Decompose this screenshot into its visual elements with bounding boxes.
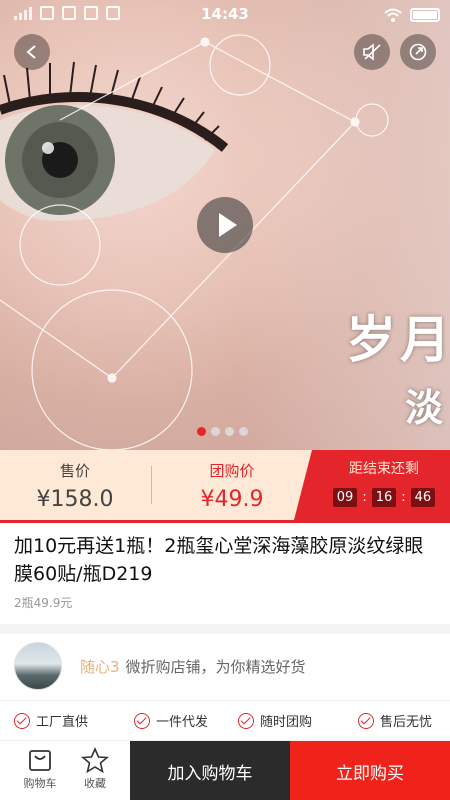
guarantee-label: 工厂直供	[36, 715, 89, 730]
status-time: 14:43	[201, 5, 249, 23]
favorite-tab-label: 收藏	[84, 777, 106, 790]
countdown-minutes: 16	[371, 488, 397, 507]
guarantee-item: 售后无忧	[358, 711, 432, 730]
star-icon	[81, 747, 109, 773]
product-video[interactable]: 岁月 淡	[0, 0, 450, 450]
accent-divider	[0, 520, 450, 523]
carousel-indicator	[197, 427, 248, 436]
countdown-separator: :	[401, 490, 406, 505]
bottom-action-bar: 购物车 收藏 加入购物车 立即购买	[0, 740, 450, 800]
hero-overlay-text: 岁月	[346, 311, 450, 369]
sale-price-block: 售价 ¥158.0	[0, 450, 150, 520]
countdown-hours: 09	[332, 488, 358, 507]
guarantee-label: 一件代发	[156, 715, 209, 730]
check-circle-icon	[358, 712, 374, 729]
shopping-bag-icon	[29, 750, 51, 771]
product-subnote: 2瓶49.9元	[14, 596, 73, 610]
shop-row[interactable]: 随心3 微折购店铺，为你精选好货	[0, 634, 450, 692]
cart-tab[interactable]: 购物车	[10, 747, 70, 791]
shop-tagline: 微折购店铺，为你精选好货	[125, 658, 306, 676]
guarantee-item: 一件代发	[134, 711, 208, 730]
carousel-dot[interactable]	[239, 427, 248, 436]
section-separator	[0, 624, 450, 634]
group-price-label: 团购价	[209, 462, 255, 480]
carousel-dot[interactable]	[225, 427, 234, 436]
countdown-panel: 距结束还剩 09 : 16 : 46	[294, 450, 450, 520]
carousel-dot[interactable]	[211, 427, 220, 436]
product-page: 岁月 淡 14:43 售价 ¥158.0 团购价 ¥49.9 距结束还剩 09 …	[0, 0, 450, 800]
check-circle-icon	[14, 712, 30, 729]
play-button[interactable]	[197, 197, 253, 253]
share-icon	[409, 43, 427, 61]
chevron-left-icon	[26, 45, 36, 59]
countdown-label: 距结束还剩	[349, 461, 419, 477]
guarantee-label: 随时团购	[260, 715, 313, 730]
sale-price-label: 售价	[59, 462, 90, 480]
guarantee-row: 工厂直供 一件代发 随时团购 售后无忧	[0, 700, 450, 740]
check-circle-icon	[134, 712, 150, 729]
product-title: 加10元再送1瓶！2瓶玺心堂深海藻胶原淡纹绿眼膜60贴/瓶D219	[14, 535, 424, 585]
favorite-tab[interactable]: 收藏	[65, 747, 125, 791]
hero-overlay-text-2: 淡	[405, 386, 444, 430]
guarantee-item: 随时团购	[238, 711, 312, 730]
guarantee-item: 工厂直供	[14, 711, 88, 730]
back-button[interactable]	[14, 34, 50, 70]
shop-info: 随心3 微折购店铺，为你精选好货	[80, 656, 306, 677]
shop-avatar[interactable]	[14, 642, 62, 690]
share-button[interactable]	[400, 34, 436, 70]
cart-tab-label: 购物车	[23, 777, 57, 790]
sale-price: ¥158.0	[36, 487, 114, 512]
guarantee-label: 售后无忧	[380, 715, 433, 730]
check-circle-icon	[238, 712, 254, 729]
add-to-cart-button[interactable]: 加入购物车	[130, 741, 290, 800]
countdown-separator: :	[362, 490, 367, 505]
status-bar: 14:43	[0, 0, 450, 30]
countdown-timer: 09 : 16 : 46	[312, 488, 450, 507]
countdown-seconds: 46	[410, 488, 436, 507]
speaker-mute-icon	[363, 43, 381, 61]
group-price-block: 团购价 ¥49.9	[152, 450, 312, 520]
carousel-dot[interactable]	[197, 427, 206, 436]
mute-button[interactable]	[354, 34, 390, 70]
shop-name[interactable]: 随心3	[80, 658, 120, 676]
buy-now-button[interactable]: 立即购买	[290, 741, 450, 800]
group-price: ¥49.9	[200, 487, 264, 512]
battery-icon	[410, 8, 440, 22]
wifi-icon	[384, 8, 402, 22]
